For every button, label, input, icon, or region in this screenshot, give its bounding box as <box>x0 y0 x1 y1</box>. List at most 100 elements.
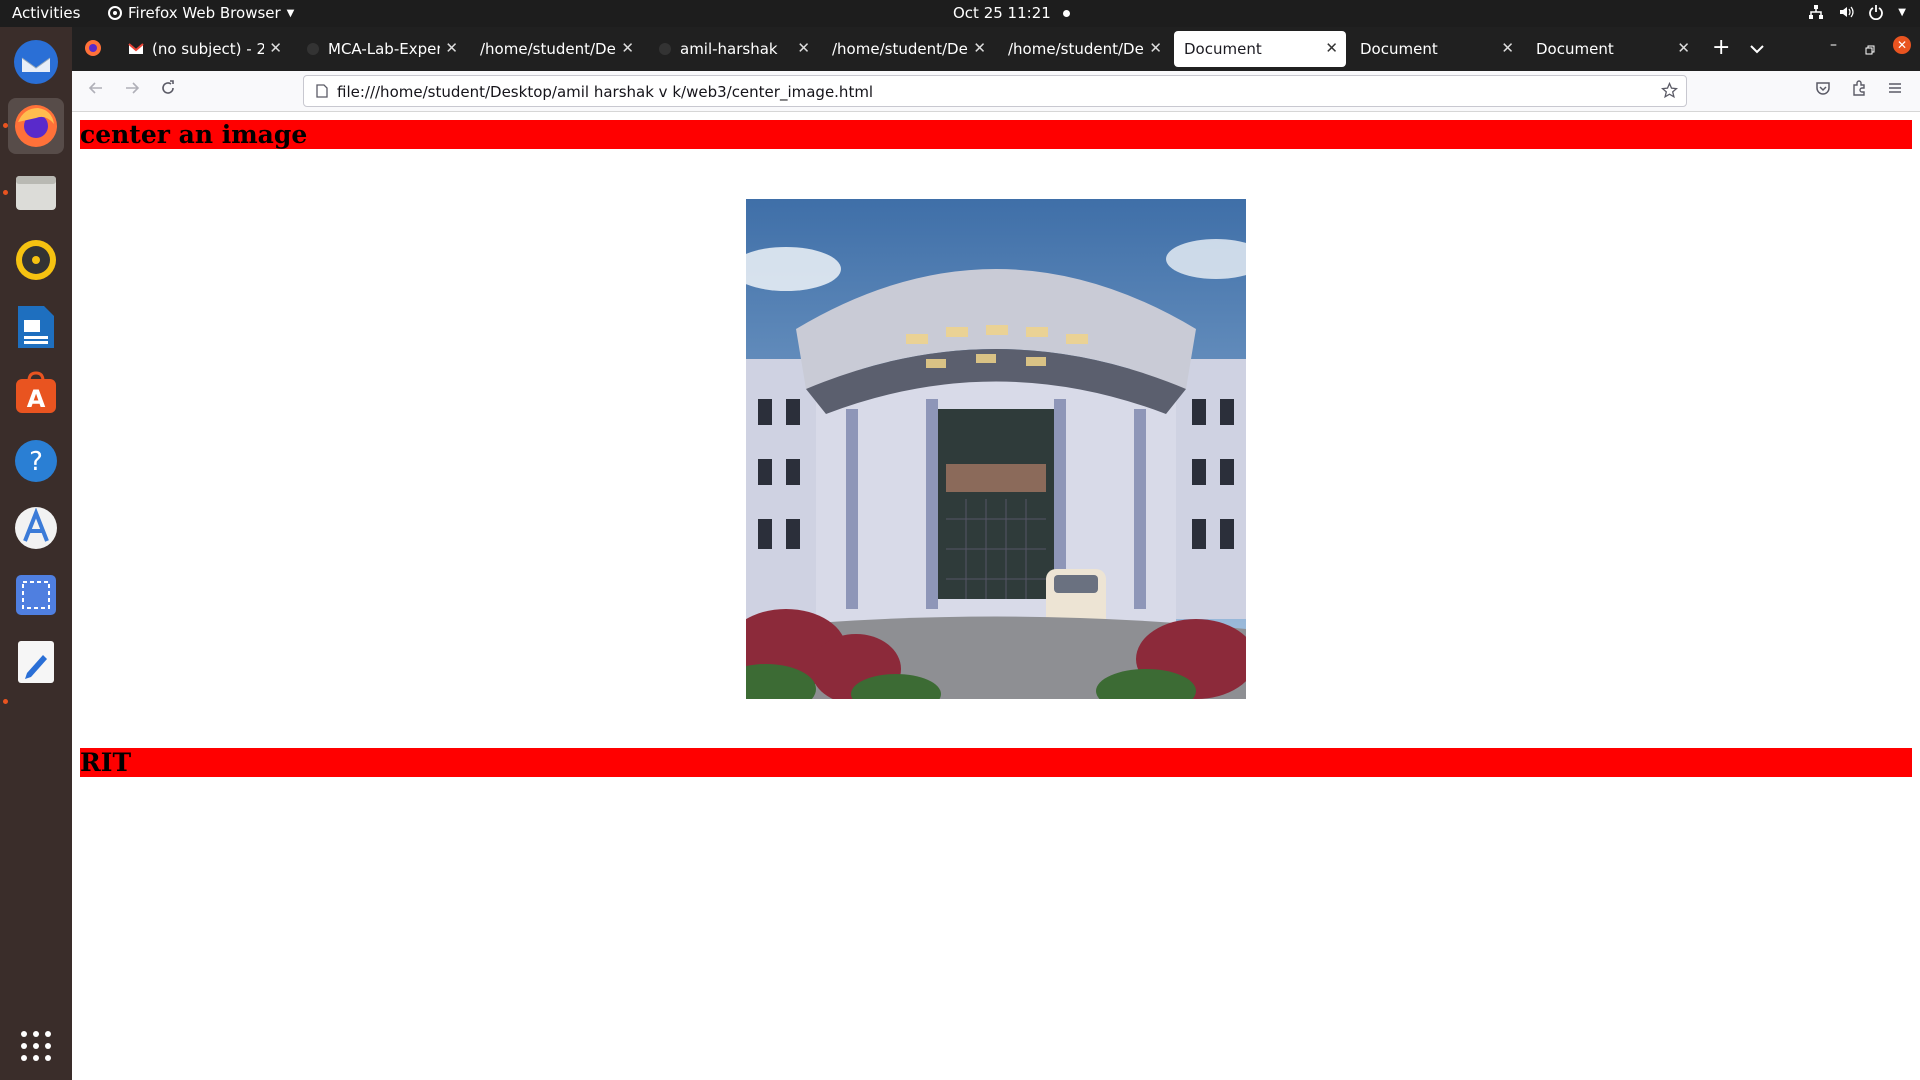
tab-file-path[interactable]: /home/student/Desk ✕ <box>998 31 1170 67</box>
tab-github-repo[interactable]: MCA-Lab-Experim ✕ <box>294 31 466 67</box>
volume-icon <box>1840 6 1854 18</box>
firefox-view-button[interactable] <box>84 39 102 61</box>
bookmark-star-button[interactable] <box>1660 81 1679 103</box>
url-bar[interactable]: file:///home/student/Desktop/amil harsha… <box>303 75 1687 107</box>
close-icon[interactable]: ✕ <box>1149 39 1162 57</box>
close-icon[interactable]: ✕ <box>445 39 458 57</box>
nav-toolbar: file:///home/student/Desktop/amil harsha… <box>72 71 1920 112</box>
building-photo-illustration <box>746 199 1246 699</box>
dock-item-files[interactable] <box>8 165 64 221</box>
dock-item-firefox[interactable] <box>8 98 64 154</box>
dock-item-writer[interactable] <box>8 299 64 355</box>
rhythmbox-icon <box>16 240 56 280</box>
pocket-icon <box>1816 82 1830 95</box>
close-window-button[interactable]: ✕ <box>1893 36 1911 54</box>
screenshot-icon <box>16 575 56 615</box>
pocket-button[interactable] <box>1812 80 1834 102</box>
close-icon[interactable]: ✕ <box>1325 39 1338 57</box>
tab-document-active[interactable]: Document ✕ <box>1174 31 1346 67</box>
close-icon[interactable]: ✕ <box>797 39 810 57</box>
gmail-icon <box>128 43 144 54</box>
dock-item-text-editor[interactable] <box>8 634 64 690</box>
extensions-button[interactable] <box>1848 80 1870 102</box>
network-icon <box>1809 5 1824 19</box>
app-menu[interactable]: Firefox Web Browser ▼ <box>108 4 294 22</box>
dock-item-android-studio[interactable] <box>8 500 64 556</box>
tab-title: Document <box>1184 40 1262 58</box>
app-menu-label: Firefox Web Browser <box>128 4 281 22</box>
arrow-right-icon <box>126 82 140 94</box>
clock[interactable]: Oct 25 11:21 <box>953 4 1070 22</box>
forward-button[interactable] <box>121 80 143 102</box>
tab-file-path[interactable]: /home/student/Desk ✕ <box>470 31 642 67</box>
tab-title: (no subject) - 23m <box>152 40 264 58</box>
close-icon[interactable]: ✕ <box>1501 39 1514 57</box>
svg-text:A: A <box>27 385 46 413</box>
dock: A ? <box>0 27 72 1080</box>
dock-item-screenshot[interactable] <box>8 567 64 623</box>
tab-gmail[interactable]: (no subject) - 23m ✕ <box>118 31 290 67</box>
running-indicator <box>3 699 8 704</box>
list-all-tabs-button[interactable] <box>1750 39 1764 58</box>
arrow-left-icon <box>88 82 102 94</box>
chevron-down-icon: ▼ <box>286 7 295 19</box>
system-tray[interactable]: ▼ <box>1808 4 1906 20</box>
github-icon <box>307 43 319 55</box>
hamburger-menu-icon <box>1889 83 1901 93</box>
android-studio-icon <box>15 507 57 549</box>
tab-github-profile[interactable]: amil-harshak ✕ <box>646 31 818 67</box>
dock-item-software[interactable]: A <box>8 366 64 422</box>
close-icon[interactable]: ✕ <box>269 39 282 57</box>
dock-item-thunderbird[interactable] <box>8 34 64 90</box>
back-button[interactable] <box>85 80 107 102</box>
restore-button[interactable] <box>1865 40 1875 59</box>
heading-center-an-image: center an image <box>80 120 1912 149</box>
firefox-icon <box>85 40 101 56</box>
activities-button[interactable]: Activities <box>12 4 80 22</box>
tab-title: Document <box>1360 40 1438 58</box>
reload-button[interactable] <box>157 80 179 102</box>
centered-building-image <box>746 199 1246 699</box>
tab-bar: (no subject) - 23m ✕ MCA-Lab-Experim ✕ /… <box>72 27 1920 71</box>
minimize-button[interactable]: – <box>1830 37 1837 53</box>
gnome-top-bar: Activities Firefox Web Browser ▼ Oct 25 … <box>0 0 1920 27</box>
show-apps-icon <box>21 1031 51 1061</box>
tab-document[interactable]: Document ✕ <box>1350 31 1522 67</box>
clock-label: Oct 25 11:21 <box>953 4 1051 22</box>
power-icon <box>1869 5 1884 20</box>
tab-title: /home/student/Desk <box>832 40 968 58</box>
tab-title: Document <box>1536 40 1614 58</box>
dock-item-help[interactable]: ? <box>8 433 64 489</box>
software-icon: A <box>16 371 56 413</box>
new-tab-button[interactable]: + <box>1712 35 1730 60</box>
dock-item-rhythmbox[interactable] <box>8 232 64 288</box>
url-text[interactable]: file:///home/student/Desktop/amil harsha… <box>337 83 873 101</box>
firefox-small-icon <box>108 6 122 20</box>
chevron-down-icon <box>1750 45 1764 54</box>
firefox-icon <box>15 105 57 147</box>
close-icon[interactable]: ✕ <box>1677 39 1690 57</box>
tab-title: /home/student/Desk <box>480 40 616 58</box>
writer-icon <box>18 306 54 348</box>
restore-icon <box>1865 45 1875 55</box>
app-menu-button[interactable] <box>1884 80 1906 102</box>
reload-icon <box>162 80 174 94</box>
page-content: center an image RIT <box>72 112 1920 1080</box>
close-icon[interactable]: ✕ <box>621 39 634 57</box>
github-icon <box>659 43 671 55</box>
thunderbird-icon <box>14 40 58 84</box>
tab-title: MCA-Lab-Experim <box>328 40 440 58</box>
text-editor-icon <box>18 641 54 683</box>
tab-title: amil-harshak <box>680 40 778 58</box>
heading-rit: RIT <box>80 748 1912 777</box>
tab-document[interactable]: Document ✕ <box>1526 31 1698 67</box>
tab-file-path[interactable]: /home/student/Desk ✕ <box>822 31 994 67</box>
tab-title: /home/student/Desk <box>1008 40 1144 58</box>
page-icon <box>316 84 328 98</box>
svg-text:?: ? <box>29 447 43 477</box>
chevron-down-icon: ▼ <box>1898 6 1906 18</box>
notification-dot-icon <box>1062 10 1070 17</box>
dock-item-show-apps[interactable] <box>8 1018 64 1074</box>
close-icon[interactable]: ✕ <box>973 39 986 57</box>
help-icon: ? <box>15 440 57 482</box>
